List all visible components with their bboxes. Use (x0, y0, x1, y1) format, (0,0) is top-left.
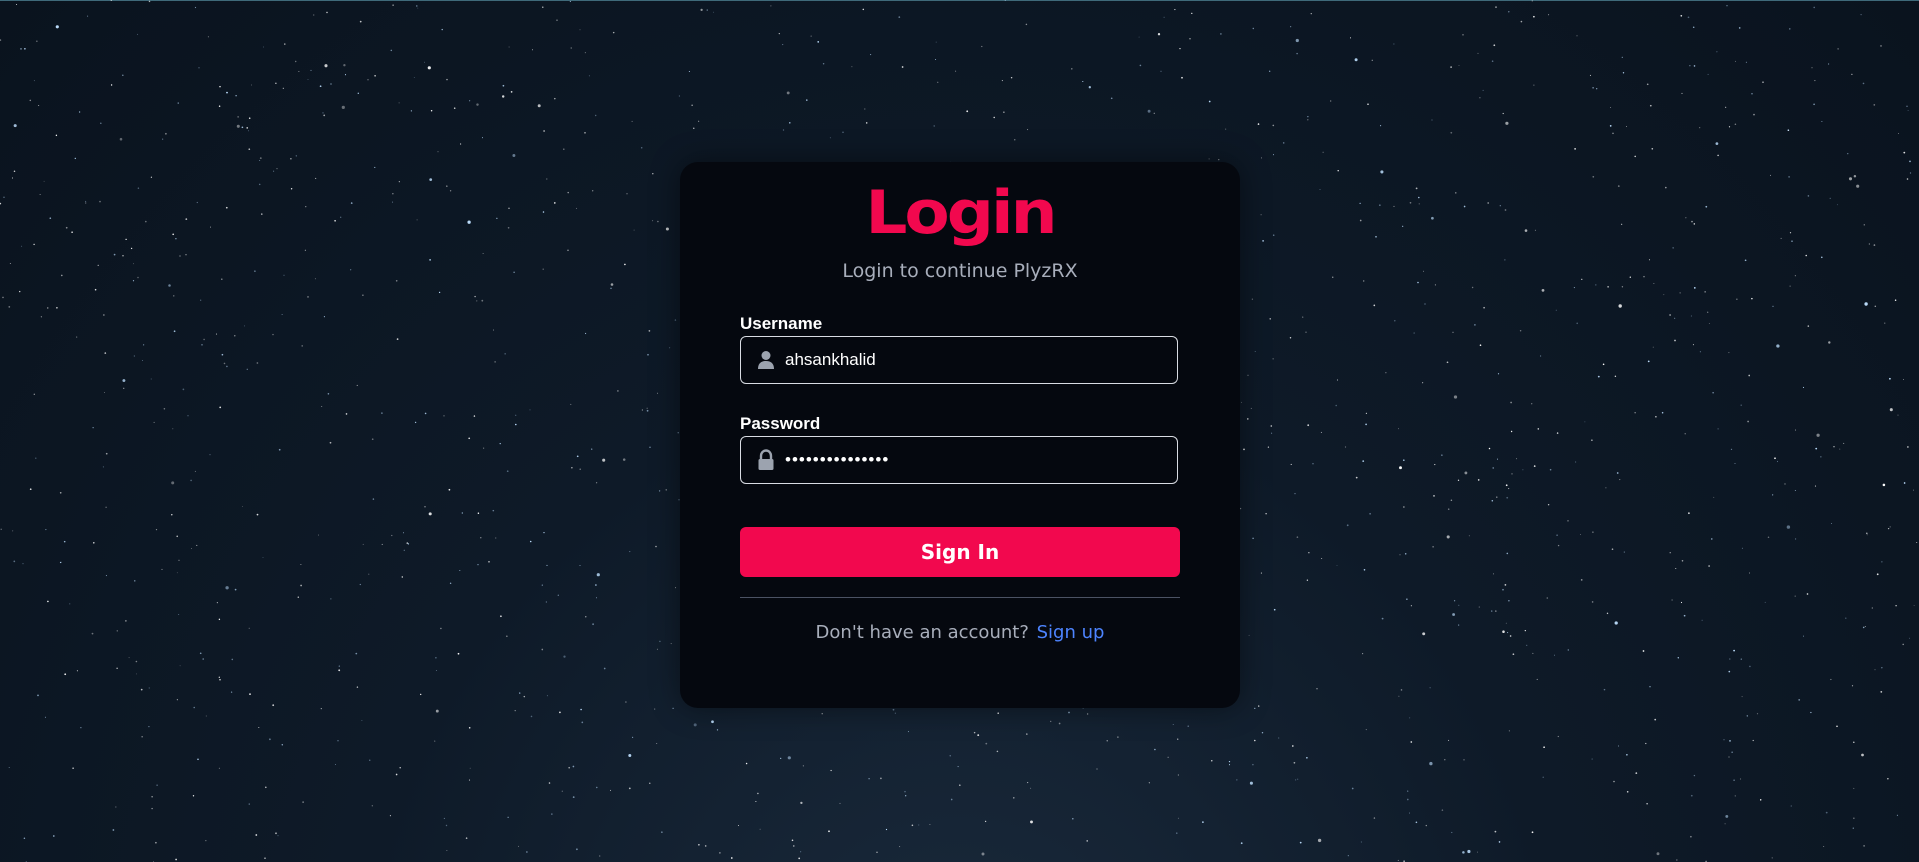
sign-in-button[interactable]: Sign In (740, 527, 1180, 577)
username-label: Username (740, 314, 823, 333)
password-input[interactable] (785, 437, 1165, 482)
sign-up-link[interactable]: Sign up (1037, 622, 1105, 643)
password-label: Password (740, 414, 821, 433)
no-account-text: Don't have an account? (815, 622, 1029, 643)
username-field[interactable] (740, 336, 1178, 384)
lock-icon (755, 449, 777, 471)
user-icon (755, 349, 777, 371)
login-page: Login Login to continue PlyzRX Username … (0, 0, 1919, 862)
username-input[interactable] (785, 337, 1165, 382)
password-field[interactable] (740, 436, 1178, 484)
page-subtitle: Login to continue PlyzRX (842, 260, 1078, 282)
page-title: Login (865, 177, 1057, 248)
login-card: Login Login to continue PlyzRX Username … (680, 162, 1240, 708)
signup-prompt: Don't have an account? Sign up (680, 622, 1240, 643)
divider (740, 597, 1180, 598)
